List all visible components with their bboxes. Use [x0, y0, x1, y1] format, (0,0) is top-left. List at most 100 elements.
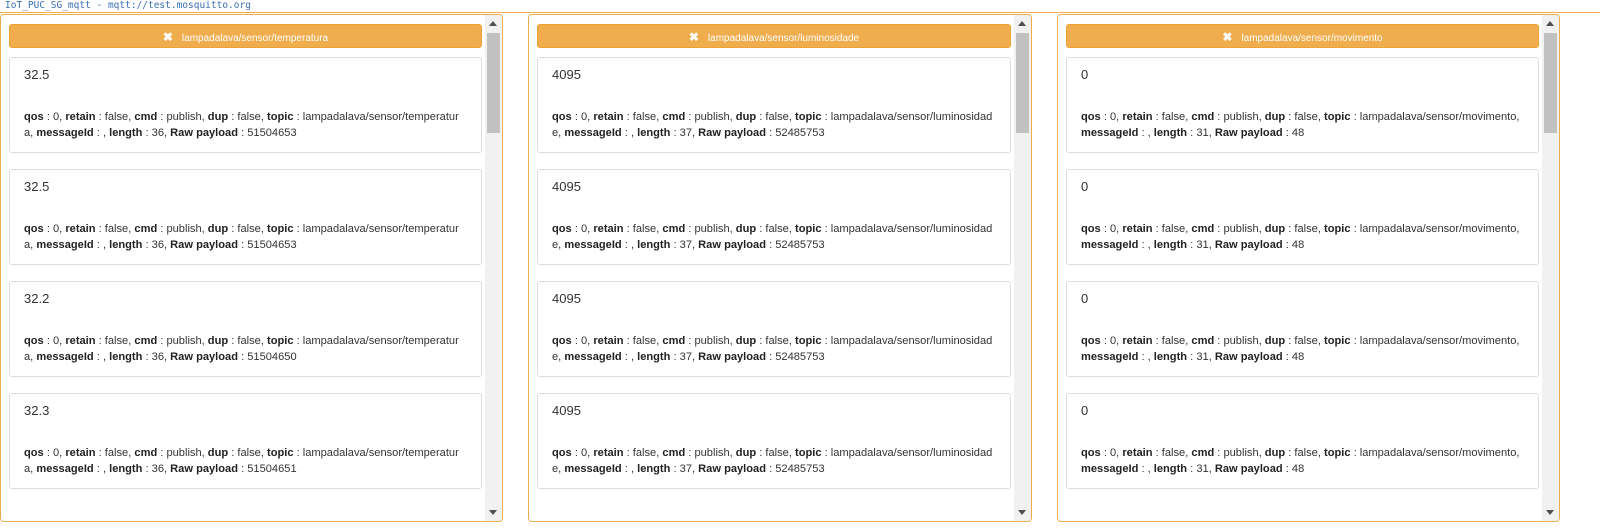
field-key-retain: retain [593, 447, 624, 459]
field-key-qos: qos [1081, 223, 1101, 235]
scroll-down-arrow-icon[interactable] [1018, 510, 1026, 515]
field-key-topic: topic [267, 335, 294, 347]
qos-value: 0 [580, 335, 588, 347]
field-key-cmd: cmd [662, 447, 686, 459]
qos-value: 0 [580, 223, 588, 235]
field-key-messageId: messageId [564, 351, 622, 363]
qos-value: 0 [580, 111, 588, 123]
panel-content: ✖ lampadalava/sensor/temperatura 32.5 qos… [1, 15, 484, 521]
message-meta: qos : 0, retain : false, cmd : publish, … [1081, 223, 1520, 251]
message-card: 0 qos : 0, retain : false, cmd : publish… [1066, 57, 1539, 153]
field-key-length: length [1153, 239, 1188, 251]
scrollbar-thumb[interactable] [487, 33, 500, 133]
topic-value: lampadalava/sensor/movimento [1359, 335, 1517, 347]
field-key-length: length [1153, 351, 1188, 363]
raw-payload-value: 52485753 [775, 351, 825, 363]
message-card: 0 qos : 0, retain : false, cmd : publish… [1066, 393, 1539, 489]
dup-value: false [237, 111, 261, 123]
scroll-up-arrow-icon[interactable] [1018, 21, 1026, 26]
unsubscribe-topic-button[interactable]: ✖ lampadalava/sensor/temperatura [9, 24, 482, 48]
length-value: 31 [1196, 127, 1209, 139]
message-card: 32.2 qos : 0, retain : false, cmd : publ… [9, 281, 482, 377]
raw-payload-value: 51504653 [247, 127, 297, 139]
field-key-topic: topic [795, 335, 822, 347]
length-value: 37 [679, 239, 692, 251]
message-list: 32.5 qos : 0, retain : false, cmd : publ… [9, 57, 482, 505]
field-key-raw: Raw payload [1214, 127, 1283, 139]
topic-panel: ✖ lampadalava/sensor/temperatura 32.5 qos… [0, 14, 503, 522]
message-meta: qos : 0, retain : false, cmd : publish, … [552, 335, 993, 363]
field-key-length: length [637, 463, 671, 475]
field-key-qos: qos [552, 223, 572, 235]
topic-button-label: lampadalava/sensor/luminosidade [707, 33, 860, 44]
field-key-retain: retain [1122, 447, 1153, 459]
cmd-value: publish [1223, 223, 1259, 235]
length-value: 36 [151, 463, 164, 475]
scroll-down-arrow-icon[interactable] [1546, 510, 1554, 515]
field-key-dup: dup [735, 223, 757, 235]
field-key-cmd: cmd [1191, 335, 1215, 347]
connection-divider [0, 12, 1600, 13]
message-card: 0 qos : 0, retain : false, cmd : publish… [1066, 169, 1539, 265]
field-key-messageId: messageId [1081, 351, 1139, 363]
field-key-raw: Raw payload [1214, 351, 1283, 363]
field-key-qos: qos [24, 335, 44, 347]
raw-payload-value: 48 [1291, 127, 1305, 139]
field-key-dup: dup [735, 335, 757, 347]
panel-scrollbar[interactable] [1542, 15, 1559, 521]
message-value: 0 [1081, 67, 1089, 82]
field-key-dup: dup [735, 447, 757, 459]
field-key-cmd: cmd [134, 223, 158, 235]
dup-value: false [1294, 447, 1318, 459]
field-key-topic: topic [1324, 223, 1351, 235]
unsubscribe-topic-button[interactable]: ✖ lampadalava/sensor/luminosidade [537, 24, 1011, 48]
raw-payload-value: 48 [1291, 351, 1305, 363]
field-key-length: length [109, 239, 143, 251]
field-key-length: length [109, 463, 143, 475]
qos-value: 0 [52, 111, 60, 123]
field-key-qos: qos [552, 111, 572, 123]
message-card: 4095 qos : 0, retain : false, cmd : publ… [537, 281, 1011, 377]
qos-value: 0 [52, 335, 60, 347]
retain-value: false [632, 447, 657, 459]
message-meta: qos : 0, retain : false, cmd : publish, … [1081, 335, 1520, 363]
field-key-retain: retain [1122, 223, 1153, 235]
scrollbar-thumb[interactable] [1544, 33, 1557, 133]
scroll-up-arrow-icon[interactable] [1546, 21, 1554, 26]
field-key-cmd: cmd [662, 111, 686, 123]
length-value: 36 [151, 239, 164, 251]
raw-payload-value: 48 [1291, 463, 1305, 475]
field-key-cmd: cmd [662, 223, 686, 235]
dup-value: false [765, 447, 789, 459]
field-key-retain: retain [65, 111, 96, 123]
field-key-retain: retain [593, 111, 624, 123]
message-meta: qos : 0, retain : false, cmd : publish, … [552, 223, 993, 251]
unsubscribe-topic-button[interactable]: ✖ lampadalava/sensor/movimento [1066, 24, 1539, 48]
qos-value: 0 [52, 447, 60, 459]
panel-scrollbar[interactable] [485, 15, 502, 521]
cmd-value: publish [694, 223, 730, 235]
scroll-down-arrow-icon[interactable] [489, 510, 497, 515]
field-key-raw: Raw payload [698, 127, 766, 139]
message-meta: qos : 0, retain : false, cmd : publish, … [552, 111, 993, 139]
field-key-dup: dup [207, 335, 229, 347]
field-key-topic: topic [795, 111, 822, 123]
retain-value: false [632, 223, 657, 235]
length-value: 31 [1196, 239, 1209, 251]
retain-value: false [1161, 335, 1186, 347]
close-icon: ✖ [1222, 30, 1233, 44]
message-card: 4095 qos : 0, retain : false, cmd : publ… [537, 393, 1011, 489]
field-key-raw: Raw payload [170, 463, 238, 475]
retain-value: false [104, 111, 129, 123]
message-value: 4095 [552, 291, 581, 306]
field-key-messageId: messageId [564, 239, 622, 251]
qos-value: 0 [52, 223, 60, 235]
field-key-length: length [1153, 127, 1188, 139]
length-value: 37 [679, 463, 692, 475]
scrollbar-thumb[interactable] [1016, 33, 1029, 133]
scroll-up-arrow-icon[interactable] [489, 21, 497, 26]
field-key-retain: retain [65, 335, 96, 347]
field-key-dup: dup [1264, 111, 1286, 123]
message-meta: qos : 0, retain : false, cmd : publish, … [1081, 447, 1520, 475]
panel-scrollbar[interactable] [1014, 15, 1031, 521]
